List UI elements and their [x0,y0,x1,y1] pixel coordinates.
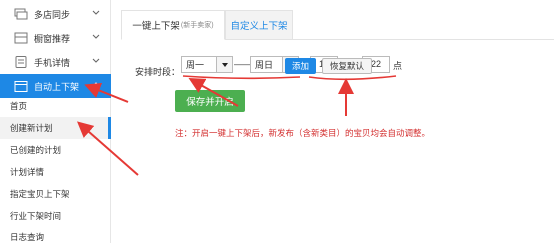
start-day-select[interactable]: 周一 [181,56,233,73]
chevron-down-icon[interactable] [92,57,100,65]
subitem-label: 计划详情 [10,167,45,177]
chevron-down-icon[interactable] [92,9,100,17]
tab-label: 自定义上下架 [230,21,288,32]
subitem-specified-items[interactable]: 指定宝贝上下架 [0,183,111,205]
main-panel: 一键上下架(新手卖家) 自定义上下架 安排时段： 周一 —— 周日 10 点至 … [121,10,554,243]
subitem-label: 首页 [10,101,28,111]
schedule-label: 安排时段： [135,67,181,77]
showcase-icon [14,32,28,44]
add-button[interactable]: 添加 [285,58,316,74]
subitem-create-plan[interactable]: 创建新计划 [0,117,111,139]
reset-default-button[interactable]: 恢复默认 [322,58,372,74]
sidebar-item-label: 自动上下架 [34,81,80,92]
sidebar: 多店同步 橱窗推荐 手机详情 自动上下架 首页 创建新计划 已创建的计划 计划详… [0,0,111,243]
chevron-up-icon[interactable] [92,81,100,89]
subitem-label: 指定宝贝上下架 [10,189,70,199]
save-and-enable-button[interactable]: 保存并开启 [175,90,245,112]
subitem-log-query[interactable]: 日志查询 [0,226,111,243]
end-day-value: 周日 [255,60,274,70]
subitem-plan-detail[interactable]: 计划详情 [0,161,111,183]
stack-icon [14,8,28,20]
calendar-icon [14,80,28,92]
notice-text: 注：开启一键上下架后，新发布（含新类目）的宝贝均会自动调整。 [175,128,431,138]
sidebar-item-label: 手机详情 [34,57,71,68]
sidebar-item-showcase[interactable]: 橱窗推荐 [0,26,111,50]
tab-label: 一键上下架 [132,21,180,32]
tab-one-click-listing[interactable]: 一键上下架 (新手卖家) [121,10,225,40]
subitem-label: 日志查询 [10,232,45,242]
sidebar-item-label: 多店同步 [34,9,71,20]
subitem-industry-time[interactable]: 行业下架时间 [0,205,111,227]
tab-note: (新手卖家) [180,22,214,29]
sidebar-item-multi-store-sync[interactable]: 多店同步 [0,2,111,26]
tab-bar: 一键上下架 (新手卖家) 自定义上下架 [121,10,554,40]
dropdown-arrow-icon [216,57,232,72]
subitem-created-plans[interactable]: 已创建的计划 [0,139,111,161]
subitem-label: 行业下架时间 [10,211,62,221]
start-day-value: 周一 [186,60,205,70]
subitem-label: 已创建的计划 [10,145,62,155]
end-text: 点 [393,61,403,71]
sidebar-item-mobile-detail[interactable]: 手机详情 [0,50,111,74]
subitem-label: 创建新计划 [10,123,53,133]
sidebar-item-label: 橱窗推荐 [34,33,71,44]
chevron-down-icon[interactable] [92,33,100,41]
tab-custom-listing[interactable]: 自定义上下架 [225,10,293,40]
subitem-home[interactable]: 首页 [0,95,111,117]
phone-icon [14,56,28,68]
